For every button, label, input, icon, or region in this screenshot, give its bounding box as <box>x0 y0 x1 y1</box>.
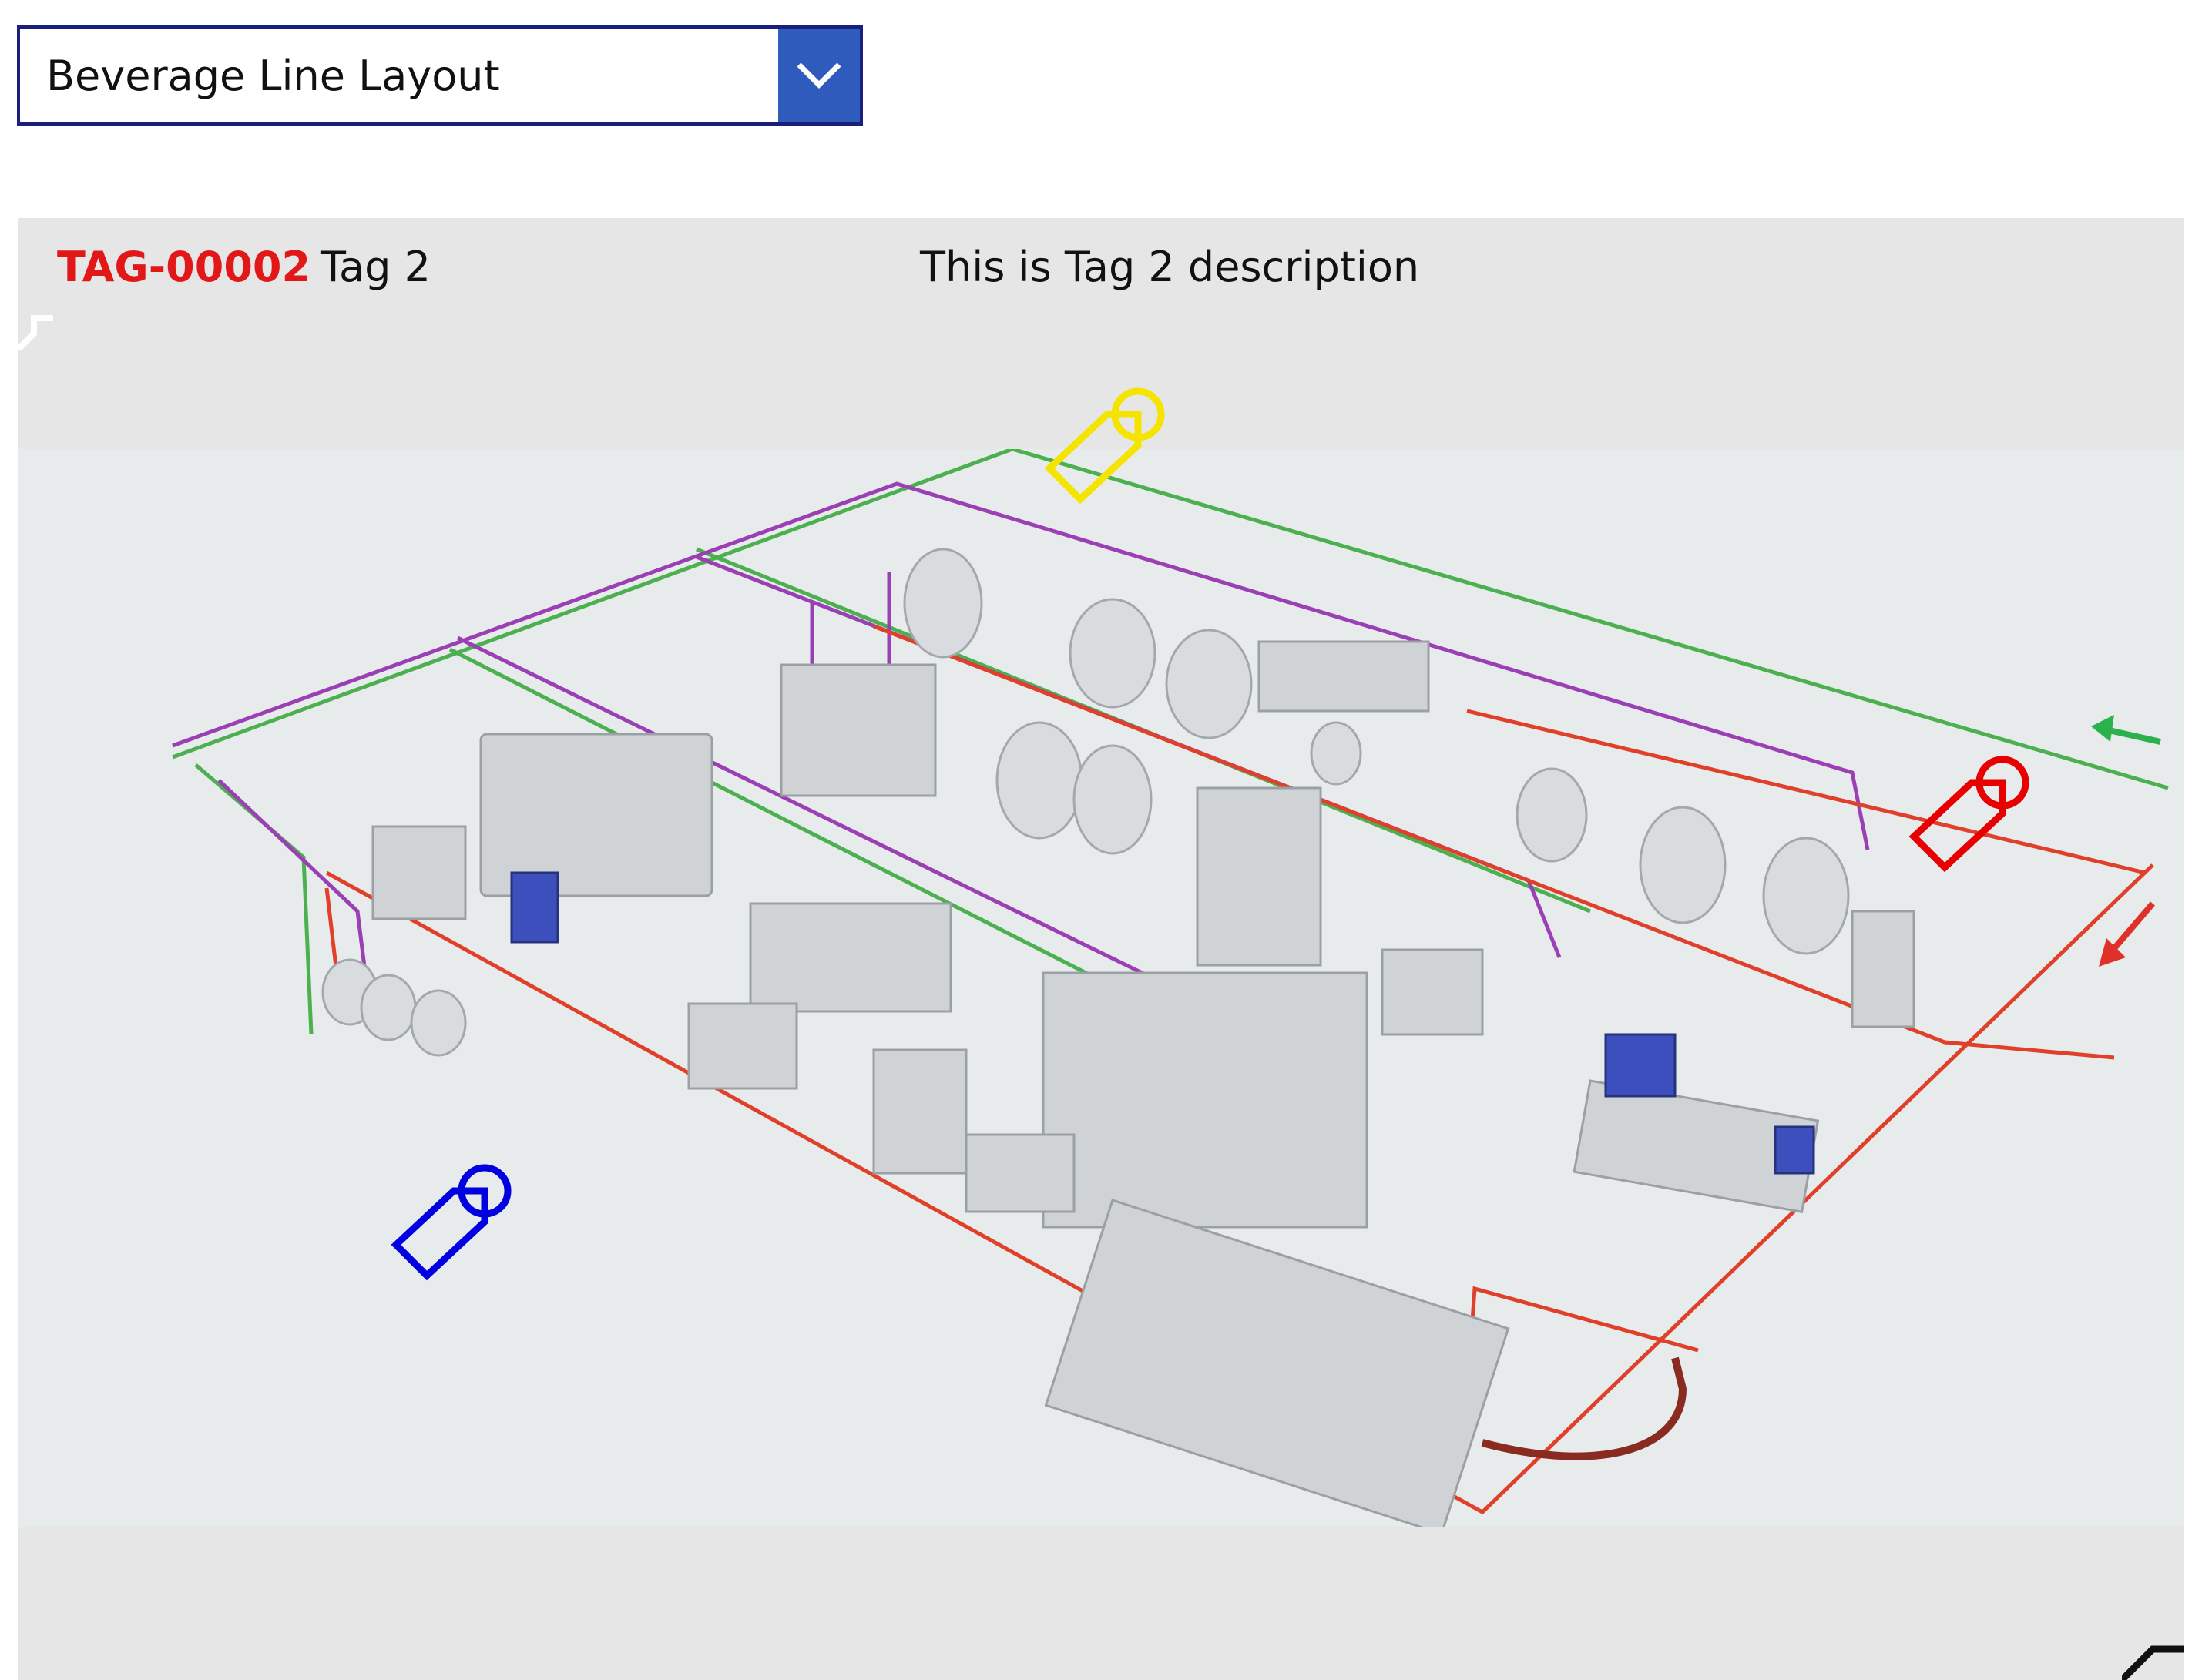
tag-marker-red[interactable] <box>1898 752 2053 906</box>
green-flow-arrow-icon <box>2091 715 2161 745</box>
chevron-down-icon <box>797 62 841 89</box>
dropdown-toggle-button[interactable] <box>778 29 860 122</box>
resize-handle-icon[interactable] <box>18 310 65 357</box>
beverage-line-layout-image <box>18 387 2184 1527</box>
tag-name: Tag 2 <box>321 243 431 291</box>
dropdown-selected-value: Beverage Line Layout <box>46 51 500 100</box>
tag-description: This is Tag 2 description <box>920 243 1420 291</box>
factory-floor-illustration <box>18 449 2184 1527</box>
layout-dropdown[interactable]: Beverage Line Layout <box>17 25 863 126</box>
tag-marker-yellow[interactable] <box>1034 384 1188 538</box>
tag-marker-blue[interactable] <box>381 1160 535 1314</box>
red-flow-arrow-icon <box>2099 901 2156 967</box>
tag-id: TAG-00002 <box>57 243 311 291</box>
resize-handle-icon[interactable] <box>2122 1634 2184 1680</box>
